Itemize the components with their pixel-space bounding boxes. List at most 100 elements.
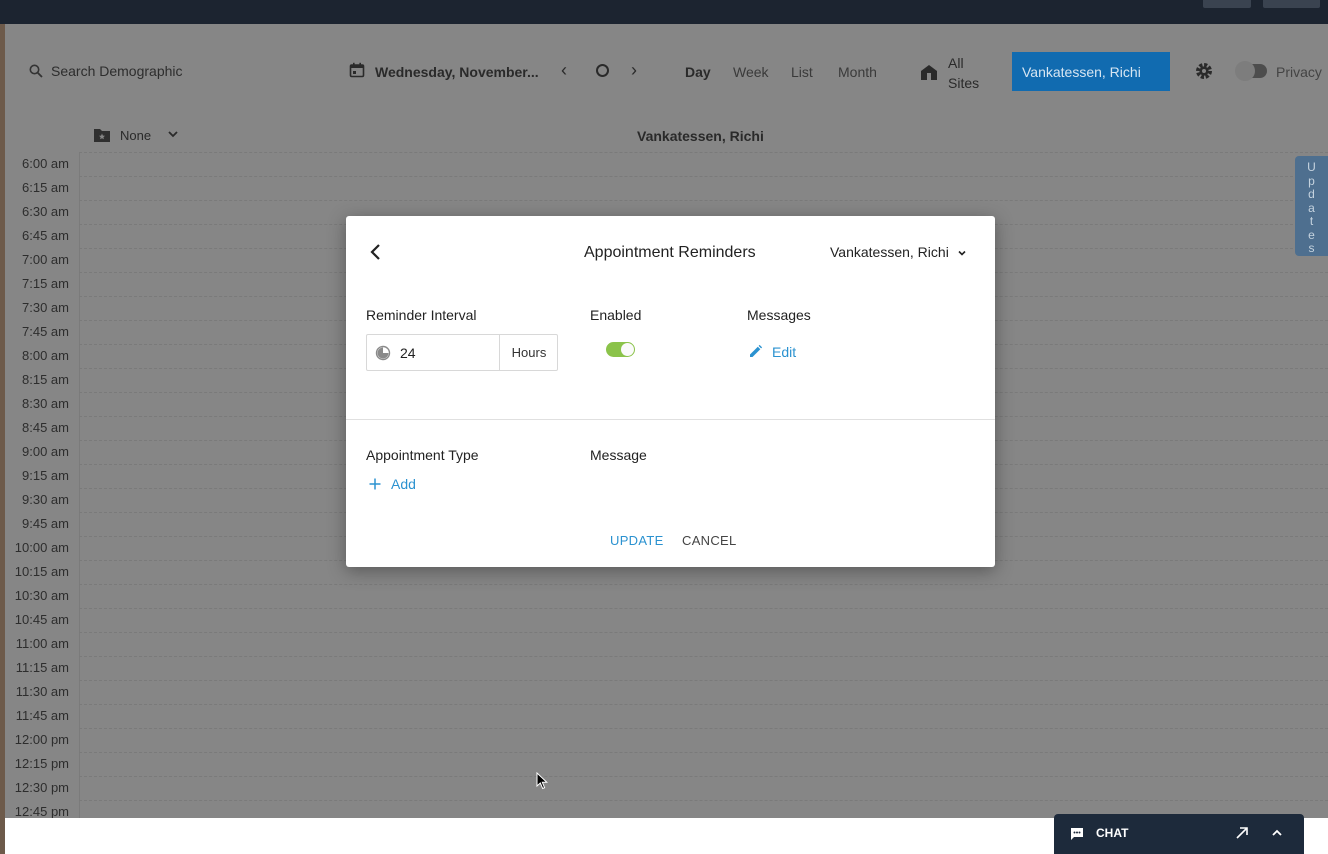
nav-button[interactable] — [1263, 0, 1320, 8]
slot-divider — [79, 728, 1328, 729]
time-slot-row[interactable]: 6:00 am — [5, 152, 1328, 176]
time-label: 9:15 am — [22, 468, 69, 483]
time-label: 11:15 am — [15, 660, 69, 675]
chat-bubble-icon — [1071, 828, 1083, 840]
time-label: 11:45 am — [15, 708, 69, 723]
time-label: 11:00 am — [15, 636, 69, 651]
time-label: 11:30 am — [15, 684, 69, 699]
filter-label[interactable]: None — [120, 128, 151, 143]
sites-icon[interactable] — [919, 62, 939, 82]
all-sites-selector[interactable]: All Sites — [948, 53, 979, 93]
slot-divider — [79, 704, 1328, 705]
time-label: 10:45 am — [14, 612, 69, 627]
updates-tab-label: Updates — [1307, 160, 1316, 255]
time-slot-row[interactable]: 10:30 am — [5, 584, 1328, 608]
time-slot-row[interactable]: 12:30 pm — [5, 776, 1328, 800]
calendar-toolbar: Wednesday, November... ‹ › Day Week List… — [5, 24, 1328, 120]
chevron-up-icon[interactable] — [1271, 827, 1283, 839]
time-slot-row[interactable]: 6:15 am — [5, 176, 1328, 200]
time-slot-row[interactable]: 11:30 am — [5, 680, 1328, 704]
updates-tab[interactable]: Updates — [1295, 156, 1328, 256]
time-slot-row[interactable]: 11:15 am — [5, 656, 1328, 680]
cancel-button[interactable]: CANCEL — [682, 533, 737, 548]
gear-icon[interactable] — [1194, 61, 1214, 81]
provider-column-header: Vankatessen, Richi — [637, 128, 764, 144]
view-day-tab[interactable]: Day — [685, 64, 711, 80]
time-label: 12:00 pm — [14, 732, 69, 747]
dialog-provider-select[interactable]: Vankatessen, Richi — [830, 244, 949, 260]
slot-divider — [79, 200, 1328, 201]
add-appointment-type-link[interactable]: Add — [391, 476, 416, 492]
slot-divider — [79, 656, 1328, 657]
calendar-icon[interactable] — [349, 62, 365, 78]
chevron-down-icon[interactable] — [167, 128, 179, 140]
interval-unit-label: Hours — [499, 335, 558, 370]
date-picker-label[interactable]: Wednesday, November... — [375, 64, 539, 80]
slot-divider — [79, 632, 1328, 633]
time-slot-row[interactable]: 10:45 am — [5, 608, 1328, 632]
slot-divider — [79, 176, 1328, 177]
sites-label-line1: All — [948, 55, 964, 71]
next-day-button[interactable]: › — [631, 60, 637, 81]
time-label: 9:30 am — [22, 492, 69, 507]
folder-star-icon — [94, 129, 110, 142]
plus-icon[interactable] — [369, 478, 381, 490]
dialog-divider — [346, 419, 995, 420]
back-arrow-icon[interactable] — [368, 242, 384, 262]
popout-arrow-icon[interactable] — [1235, 826, 1249, 840]
time-label: 12:30 pm — [14, 780, 69, 795]
reminder-interval-input[interactable] — [400, 342, 490, 364]
slot-divider — [79, 752, 1328, 753]
timer-icon — [375, 345, 391, 361]
search-icon — [29, 64, 43, 78]
slot-divider — [79, 800, 1328, 801]
time-label: 7:15 am — [22, 276, 69, 291]
view-list-tab[interactable]: List — [791, 64, 813, 80]
message-column-label: Message — [590, 447, 647, 463]
time-slot-row[interactable]: 12:00 pm — [5, 728, 1328, 752]
provider-select-button[interactable]: Vankatessen, Richi — [1012, 52, 1170, 91]
chevron-down-icon[interactable] — [956, 247, 968, 259]
previous-day-button[interactable]: ‹ — [561, 60, 567, 81]
edit-messages-link[interactable]: Edit — [772, 344, 796, 360]
time-label: 8:00 am — [22, 348, 69, 363]
slot-divider — [79, 776, 1328, 777]
view-week-tab[interactable]: Week — [733, 64, 769, 80]
time-slot-row[interactable]: 11:00 am — [5, 632, 1328, 656]
slot-divider — [79, 584, 1328, 585]
top-navigation-bar — [0, 0, 1328, 24]
sites-label-line2: Sites — [948, 75, 980, 91]
reminder-interval-field: Hours — [366, 334, 558, 371]
update-button[interactable]: UPDATE — [610, 533, 664, 548]
privacy-toggle[interactable] — [1235, 61, 1267, 81]
mouse-cursor-icon — [536, 772, 548, 790]
today-button[interactable] — [596, 64, 609, 77]
view-month-tab[interactable]: Month — [838, 64, 877, 80]
time-label: 7:45 am — [22, 324, 69, 339]
time-slot-row[interactable]: 12:15 pm — [5, 752, 1328, 776]
time-label: 8:45 am — [22, 420, 69, 435]
time-label: 6:15 am — [22, 180, 69, 195]
slot-divider — [79, 152, 1328, 153]
pencil-icon[interactable] — [748, 344, 763, 359]
time-label: 12:45 pm — [14, 804, 69, 818]
nav-button[interactable] — [1203, 0, 1251, 8]
privacy-label: Privacy — [1276, 64, 1322, 80]
enabled-toggle[interactable] — [606, 342, 635, 357]
reminder-interval-label: Reminder Interval — [366, 307, 477, 323]
time-label: 7:30 am — [22, 300, 69, 315]
time-label: 6:30 am — [22, 204, 69, 219]
appointment-type-label: Appointment Type — [366, 447, 479, 463]
time-slot-row[interactable]: 11:45 am — [5, 704, 1328, 728]
chat-widget[interactable]: CHAT — [1054, 814, 1304, 854]
time-label: 6:00 am — [22, 156, 69, 171]
time-label: 10:30 am — [14, 588, 69, 603]
slot-divider — [79, 680, 1328, 681]
dialog-title: Appointment Reminders — [584, 244, 756, 261]
slot-divider — [79, 608, 1328, 609]
time-label: 8:30 am — [22, 396, 69, 411]
time-label: 9:00 am — [22, 444, 69, 459]
enabled-label: Enabled — [590, 307, 642, 323]
search-input[interactable] — [51, 61, 271, 81]
time-label: 12:15 pm — [14, 756, 69, 771]
